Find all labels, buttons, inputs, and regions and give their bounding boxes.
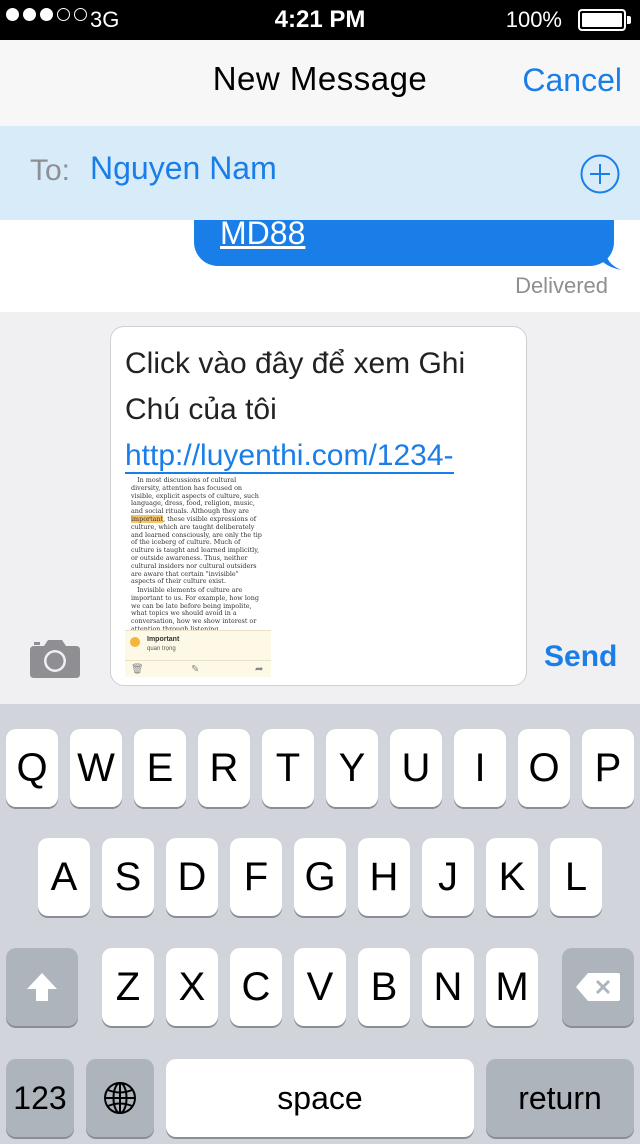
note-paragraph-1: In most discussions of cultural diversit… [131, 477, 265, 586]
message-body: Click vào đây để xem Ghi Chú của tôi [125, 347, 466, 426]
note-text-a: In most discussions of cultural diversit… [131, 477, 259, 516]
globe-icon [104, 1082, 136, 1114]
note-text-b: , these visible expressions of culture, … [131, 514, 262, 586]
key-t[interactable]: T [262, 729, 314, 807]
trash-icon: 🗑 [131, 664, 144, 675]
space-key[interactable]: space [166, 1059, 474, 1137]
send-button[interactable]: Send [544, 640, 617, 674]
key-p[interactable]: P [582, 729, 634, 807]
key-s[interactable]: S [102, 838, 154, 916]
sent-message-link[interactable]: MD88 [220, 220, 305, 252]
battery-percent: 100% [505, 7, 562, 32]
bubble-tail [594, 246, 622, 270]
key-z[interactable]: Z [102, 948, 154, 1026]
delete-key[interactable] [562, 948, 634, 1026]
key-n[interactable]: N [422, 948, 474, 1026]
key-i[interactable]: I [454, 729, 506, 807]
conversation-area: MD88 Delivered [0, 220, 640, 312]
navigation-bar: New Message Cancel [0, 40, 640, 127]
delivery-status: Delivered [515, 273, 608, 298]
globe-key[interactable] [86, 1059, 154, 1137]
key-k[interactable]: K [486, 838, 538, 916]
key-o[interactable]: O [518, 729, 570, 807]
note-subtitle: quan trọng [147, 646, 176, 652]
key-u[interactable]: U [390, 729, 442, 807]
key-w[interactable]: W [70, 729, 122, 807]
to-label: To: [30, 154, 71, 187]
key-h[interactable]: H [358, 838, 410, 916]
key-a[interactable]: A [38, 838, 90, 916]
key-b[interactable]: B [358, 948, 410, 1026]
note-paragraph-2: Invisible elements of culture are import… [131, 586, 265, 634]
key-q[interactable]: Q [6, 729, 58, 807]
note-panel: Important quan trọng 🗑 ✎ ➦ [125, 630, 271, 677]
battery-icon [578, 9, 631, 31]
message-input[interactable]: Click vào đây để xem Ghi Chú của tôi htt… [110, 326, 527, 686]
cancel-button[interactable]: Cancel [522, 62, 622, 99]
keyboard: Q W E R T Y U I O P A S D F G H J K L Z … [0, 704, 640, 1144]
note-toolbar: 🗑 ✎ ➦ [125, 660, 271, 677]
key-c[interactable]: C [230, 948, 282, 1026]
recipient-field[interactable]: To: Nguyen Nam [0, 126, 640, 221]
edit-icon: ✎ [191, 664, 200, 675]
key-x[interactable]: X [166, 948, 218, 1026]
key-d[interactable]: D [166, 838, 218, 916]
shift-key[interactable] [6, 948, 78, 1026]
highlighted-word: important [131, 514, 164, 523]
key-r[interactable]: R [198, 729, 250, 807]
shift-arrow-icon [27, 973, 57, 1001]
key-m[interactable]: M [486, 948, 538, 1026]
status-bar: 3G 4:21 PM 100% [0, 0, 640, 40]
recipient-name[interactable]: Nguyen Nam [90, 150, 277, 187]
highlight-color-icon [130, 637, 140, 647]
note-title: Important [147, 636, 180, 643]
return-key[interactable]: return [486, 1059, 634, 1137]
numbers-key[interactable]: 123 [6, 1059, 74, 1137]
key-f[interactable]: F [230, 838, 282, 916]
key-g[interactable]: G [294, 838, 346, 916]
key-e[interactable]: E [134, 729, 186, 807]
key-l[interactable]: L [550, 838, 602, 916]
note-text-c: Invisible elements of culture are import… [131, 586, 259, 633]
camera-icon[interactable] [30, 638, 80, 678]
key-v[interactable]: V [294, 948, 346, 1026]
note-attachment-preview[interactable]: In most discussions of cultural diversit… [125, 477, 271, 677]
backspace-icon [576, 973, 620, 1001]
compose-area: Click vào đây để xem Ghi Chú của tôi htt… [0, 312, 640, 704]
key-j[interactable]: J [422, 838, 474, 916]
add-contact-icon[interactable] [580, 154, 620, 194]
key-y[interactable]: Y [326, 729, 378, 807]
share-icon: ➦ [255, 664, 264, 675]
